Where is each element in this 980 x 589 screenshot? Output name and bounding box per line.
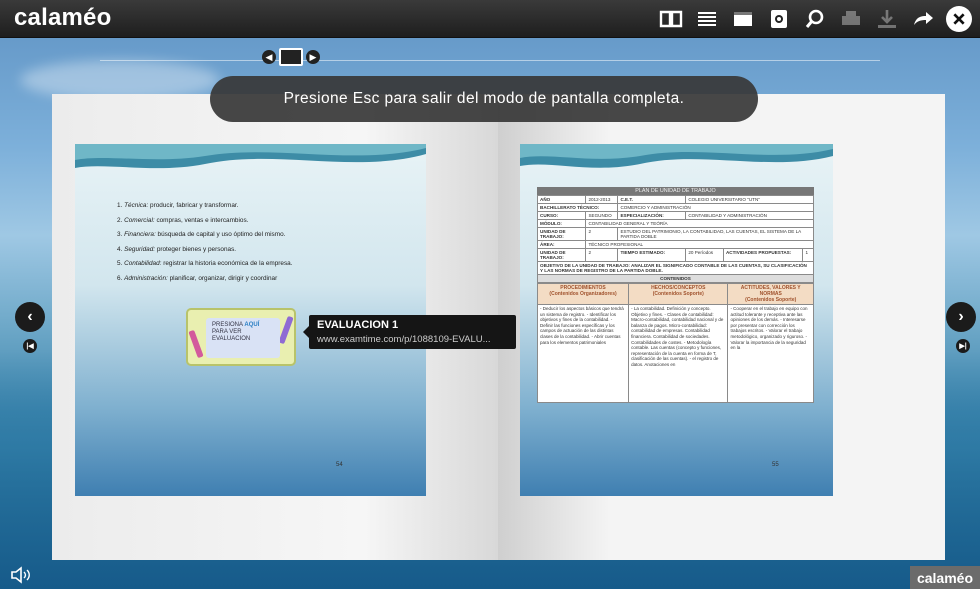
fullscreen-notice: Presione Esc para salir del modo de pant… [210, 76, 758, 122]
list-item: 6. Administración: planificar, organizar… [117, 274, 278, 282]
pencil-icon [188, 329, 204, 359]
fullscreen-icon[interactable] [730, 6, 756, 32]
table-cell: ESPECIALIZACIÓN: [617, 211, 687, 220]
prev-page-icon[interactable]: ‹ [15, 302, 45, 332]
print-icon[interactable] [838, 6, 864, 32]
nav-prev-icon[interactable]: ◀ [262, 50, 276, 64]
table-cell: MÓDULO: [536, 219, 587, 228]
table-cell: OBJETIVO DE LA UNIDAD DE TRABAJO: ANALIZ… [537, 261, 814, 275]
page-number: 55 [772, 462, 779, 468]
column-header: ACTITUDES, VALORES Y NORMAS (Contenidos S… [727, 283, 814, 305]
column-header: PROCEDIMIENTOS (Contenidos Organizadores) [536, 283, 630, 305]
table-cell: ESTUDIO DEL PATRIMONIO, LA CONTABILIDAD,… [617, 227, 814, 241]
page-position-thumb[interactable] [279, 48, 303, 66]
list-icon[interactable] [694, 6, 720, 32]
table-cell: 1 [802, 248, 814, 262]
book-icon[interactable] [658, 6, 684, 32]
toolbar-icons [658, 6, 972, 32]
table-cell: SEGUNDO [585, 211, 619, 220]
table-cell: C.E.T. [617, 195, 687, 204]
list-item: 1. Técnica: producir, fabricar y transfo… [117, 202, 239, 209]
list-item: 3. Financiera: búsqueda de capital y uso… [117, 231, 286, 239]
slide-right: PLAN DE UNIDAD DE TRABAJO AÑO 2012-2013 … [520, 144, 833, 496]
table-cell: UNIDAD DE TRABAJO: [536, 248, 587, 262]
list-item: 2. Comercial: compras, ventas e intercam… [117, 216, 249, 224]
table-cell: COLEGIO UNIVERSITARIO "UTN" [685, 195, 814, 204]
table-cell: ÁREA: [536, 240, 587, 249]
calameo-badge[interactable]: calaméo [910, 566, 980, 589]
table-cell: TIEMPO ESTIMADO: [617, 248, 687, 262]
download-icon[interactable] [874, 6, 900, 32]
table-cell: CURSO: [536, 211, 587, 220]
link-tooltip: EVALUACION 1 www.examtime.com/p/1088109-… [303, 315, 516, 349]
list-item: 5. Contabilidad: registrar la historia e… [117, 260, 293, 268]
table-cell: 2012-2013 [585, 195, 619, 204]
wave-decoration [520, 144, 833, 168]
zoom-icon[interactable] [802, 6, 828, 32]
next-page-icon[interactable]: › [946, 302, 976, 332]
table-cell: ACTIVIDADES PROPUESTAS: [722, 248, 804, 262]
table-cell: - La contabilidad. Definición y concepto… [628, 304, 729, 403]
table-cell: COMERCIO Y ADMINISTRACIÓN [617, 203, 814, 212]
work-plan-table: PLAN DE UNIDAD DE TRABAJO AÑO 2012-2013 … [536, 187, 814, 403]
table-cell: 2 [585, 227, 619, 241]
page-number: 54 [336, 462, 343, 468]
first-page-icon[interactable]: |◀ [23, 339, 37, 353]
table-cell: CONTENIDOS [537, 274, 814, 283]
table-cell: - Cooperar en el trabajo en equipo con a… [727, 304, 814, 403]
table-cell: BACHILLERATO TÉCNICO: [536, 203, 619, 212]
share-icon[interactable] [910, 6, 936, 32]
calameo-logo[interactable]: calaméo [14, 4, 111, 32]
column-header: HECHOS/CONCEPTOS (Contenidos Soporte) [628, 283, 729, 305]
tooltip-pointer [303, 326, 309, 338]
page-navigator: ◀ ▶ [262, 48, 320, 66]
table-cell: UNIDAD DE TRABAJO: [536, 227, 587, 241]
table-cell: CONTABILIDAD Y ADMINISTRACIÓN [685, 211, 814, 220]
functions-list: 1. Técnica: producir, fabricar y transfo… [117, 202, 293, 290]
last-page-icon[interactable]: ▶| [956, 339, 970, 353]
table-title: PLAN DE UNIDAD DE TRABAJO [537, 187, 814, 195]
table-cell: 2 [585, 248, 619, 262]
page-navigator-track[interactable] [100, 60, 880, 61]
sound-icon[interactable] [10, 566, 34, 584]
table-cell: CONTABILIDAD GENERAL Y TEÓRÍA [585, 219, 814, 228]
tooltip-title: EVALUACION 1 [317, 319, 399, 331]
table-cell: TÉCNICO PROFESIONAL [585, 240, 814, 249]
evaluation-card-text: PRESIONA AQUÍ PARA VER EVALUACION [206, 318, 280, 358]
table-cell: AÑO [536, 195, 587, 204]
table-cell: - Deducir los aspectos básicos que tendr… [536, 304, 630, 403]
nav-next-icon[interactable]: ▶ [306, 50, 320, 64]
close-icon[interactable] [946, 6, 972, 32]
pencil-icon [278, 315, 294, 345]
top-toolbar: calaméo [0, 0, 980, 38]
wave-decoration [75, 144, 426, 169]
table-cell: 20 Períodos [685, 248, 724, 262]
tooltip-url: www.examtime.com/p/1088109-EVALU... [317, 334, 491, 345]
evaluation-link-card[interactable]: PRESIONA AQUÍ PARA VER EVALUACION [186, 308, 296, 366]
document-icon[interactable] [766, 6, 792, 32]
list-item: 4. Seguridad: proteger bienes y personas… [117, 245, 237, 253]
